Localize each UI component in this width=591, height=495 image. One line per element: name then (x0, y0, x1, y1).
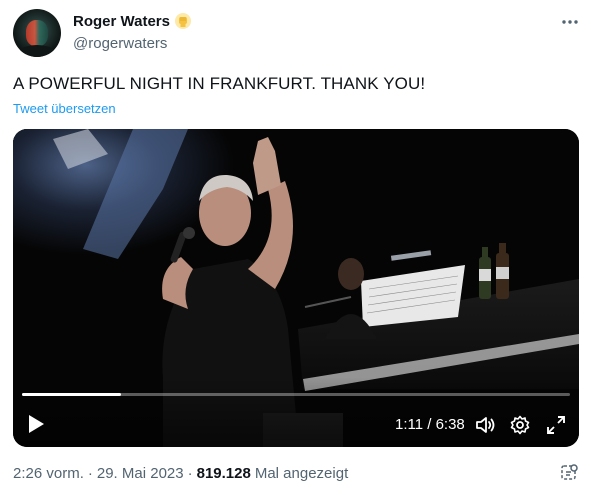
separator: · (87, 465, 93, 482)
translate-tweet-link[interactable]: Tweet übersetzen (13, 101, 116, 116)
more-horizontal-icon (562, 20, 578, 24)
analytics-icon[interactable] (559, 463, 579, 483)
gear-icon[interactable] (509, 414, 531, 436)
tweet-meta: 2:26 vorm. · 29. Mai 2023 · 819.128 Mal … (13, 465, 348, 482)
volume-icon[interactable] (474, 414, 496, 436)
tweet-text: A POWERFUL NIGHT IN FRANKFURT. THANK YOU… (13, 74, 426, 93)
raised-fist-badge-icon (174, 13, 191, 29)
video-time: 1:11 / 6:38 (395, 416, 465, 433)
view-count: 819.128 (196, 465, 251, 482)
controls-overlay (13, 377, 579, 447)
author-handle[interactable]: @rogerwaters (73, 35, 167, 52)
view-count-label: Mal angezeigt (254, 465, 349, 482)
author-name-row: Roger Waters (73, 12, 192, 30)
separator: · (187, 465, 193, 482)
author-display-name[interactable]: Roger Waters (73, 13, 170, 30)
video-player[interactable]: 1:11 / 6:38 (13, 129, 579, 447)
tweet-date[interactable]: 29. Mai 2023 (97, 465, 184, 482)
tweet-time[interactable]: 2:26 vorm. (13, 465, 84, 482)
avatar[interactable] (13, 9, 61, 57)
progress-fill (22, 393, 121, 396)
more-options-button[interactable] (558, 12, 582, 32)
play-icon[interactable] (26, 413, 46, 435)
fullscreen-icon[interactable] (545, 414, 567, 436)
progress-bar[interactable] (22, 393, 570, 396)
